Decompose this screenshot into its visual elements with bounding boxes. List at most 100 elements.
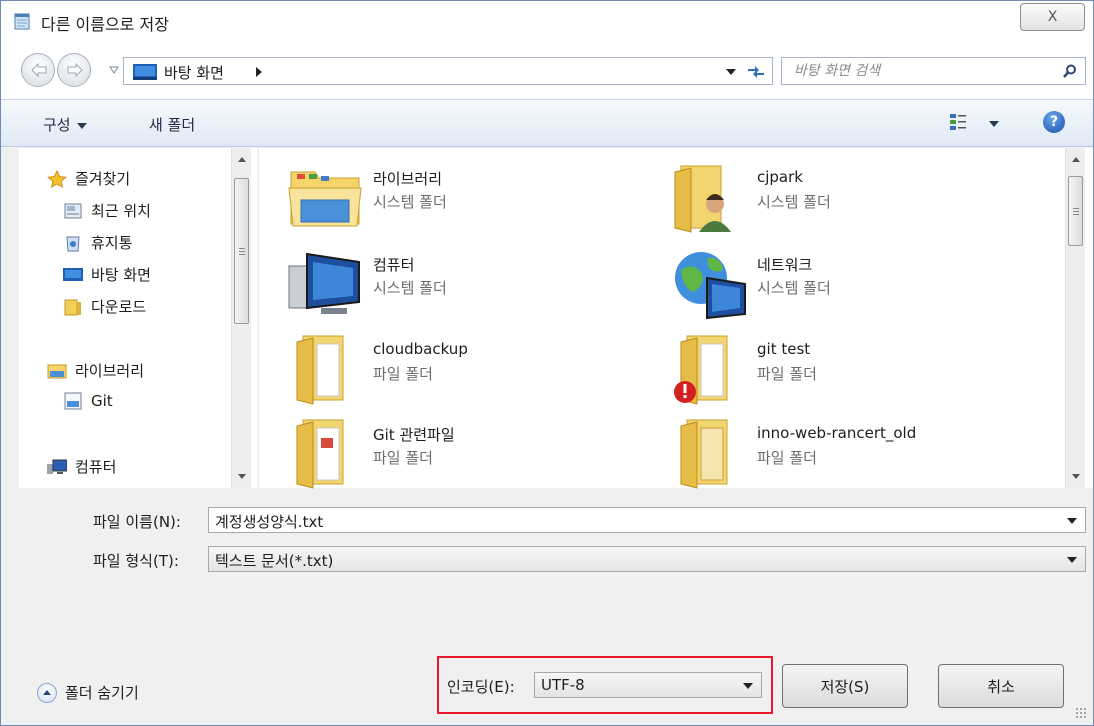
file-type: 파일 폴더 [757,365,817,383]
encoding-select[interactable]: UTF-8 [534,672,762,698]
view-options-icon[interactable] [949,113,967,131]
nav-item-downloads[interactable]: 다운로드 [63,296,146,317]
file-item-computer[interactable]: 컴퓨터 시스템 폴더 [287,244,667,320]
organize-label: 구성 [43,116,71,134]
search-icon[interactable] [1063,64,1077,78]
scroll-down-icon[interactable] [238,474,246,479]
nav-item-label: 바탕 화면 [91,266,151,284]
nav-item-label: 최근 위치 [91,202,151,220]
nav-scroll-thumb[interactable] [234,178,249,324]
chevron-down-icon [76,122,87,129]
file-name: git test [757,340,811,358]
search-input[interactable] [794,61,1044,81]
folder-icon [680,419,728,489]
address-dropdown-icon[interactable] [726,69,736,75]
nav-favorites[interactable]: 즐겨찾기 [47,168,130,189]
desktop-icon [133,64,157,80]
nav-item-desktop[interactable]: 바탕 화면 [63,264,151,285]
file-type: 시스템 폴더 [757,193,831,211]
git-library-icon [64,392,82,410]
encoding-value: UTF-8 [541,676,585,694]
downloads-folder-icon [64,299,81,315]
file-type: 파일 폴더 [757,449,817,467]
recent-locations-dropdown-icon[interactable] [109,65,119,75]
filename-label: 파일 이름(N): [93,513,181,531]
filetype-value: 텍스트 문서(*.txt) [215,552,334,570]
file-name: cloudbackup [373,340,468,358]
address-location[interactable]: 바탕 화면 [164,62,224,83]
help-button[interactable]: ? [1043,111,1065,133]
nav-computer[interactable]: 컴퓨터 [47,456,116,477]
nav-computer-label: 컴퓨터 [75,458,117,476]
breadcrumb-arrow-icon[interactable] [256,67,262,77]
chevron-down-icon[interactable] [743,683,753,689]
save-button[interactable]: 저장(S) [782,664,908,708]
file-item-inno-web-rancert-old[interactable]: inno-web-rancert_old 파일 폴더 [671,414,1051,490]
file-item-libraries[interactable]: 라이브러리 시스템 폴더 [287,158,667,234]
network-icon [675,252,746,320]
nav-libraries[interactable]: 라이브러리 [47,360,144,381]
nav-item-git[interactable]: Git [63,392,113,410]
scroll-up-icon[interactable] [238,157,246,162]
nav-scrollbar[interactable] [231,148,251,488]
address-bar[interactable]: 바탕 화면 [123,57,773,85]
filename-value[interactable]: 계정생성양식.txt [215,511,323,532]
close-button[interactable]: X [1020,3,1085,31]
notepad-icon [14,13,30,30]
file-item-git-test[interactable]: git test 파일 폴더 [671,330,1051,406]
new-folder-button[interactable]: 새 폴더 [149,114,195,135]
user-folder-icon [674,165,731,233]
file-item-cjpark[interactable]: cjpark 시스템 폴더 [671,158,1051,234]
chevron-down-icon[interactable] [1067,557,1077,563]
file-name: 라이브러리 [373,170,443,188]
forward-arrow-icon [67,63,83,77]
dialog-title: 다른 이름으로 저장 [41,15,169,34]
file-type: 시스템 폴더 [373,193,447,211]
file-list-scrollbar[interactable] [1065,148,1085,488]
file-list-pane: 라이브러리 시스템 폴더 cjpark 시스템 폴더 컴퓨터 시스템 폴더 네트… [259,148,1093,490]
file-name: 컴퓨터 [373,256,415,274]
desktop-icon [63,267,83,281]
title-bar: 다른 이름으로 저장 X [1,1,1093,39]
scroll-down-icon[interactable] [1072,474,1080,479]
nav-item-label: 다운로드 [91,298,147,316]
resize-grip[interactable] [1075,707,1087,719]
nav-item-recycle-bin[interactable]: 휴지통 [63,232,132,253]
file-name: Git 관련파일 [373,426,455,444]
chevron-down-icon[interactable] [1067,518,1077,524]
back-button[interactable] [21,53,55,87]
search-box[interactable] [781,57,1086,85]
command-toolbar: 구성 새 폴더 ? [1,99,1093,147]
view-dropdown-icon[interactable] [989,121,999,127]
computer-icon [288,252,360,314]
file-item-cloudbackup[interactable]: cloudbackup 파일 폴더 [287,330,667,406]
file-item-network[interactable]: 네트워크 시스템 폴더 [671,244,1051,320]
filetype-label: 파일 형식(T): [93,552,179,570]
file-type: 시스템 폴더 [373,279,447,297]
computer-icon [47,459,67,474]
folder-icon [296,335,344,405]
refresh-icon[interactable] [746,63,766,79]
nav-item-recent-places[interactable]: 최근 위치 [63,200,151,221]
nav-favorites-label: 즐겨찾기 [75,170,131,188]
organize-menu[interactable]: 구성 [43,114,87,135]
filetype-select[interactable]: 텍스트 문서(*.txt) [208,546,1086,572]
cancel-button[interactable]: 취소 [938,664,1064,708]
collapse-up-icon [37,682,57,703]
save-as-dialog: 다른 이름으로 저장 X 바탕 화면 바탕 화면 검색 구성 새 폴더 ? 즐겨… [0,0,1094,726]
forward-button[interactable] [57,53,91,87]
navigation-pane: 즐겨찾기 최근 위치 휴지통 바탕 화면 다운로드 라이브러리 Git 컴퓨터 [19,148,257,488]
address-row: 바탕 화면 [1,39,1093,99]
filename-combo[interactable]: 계정생성양식.txt [208,507,1086,533]
libraries-folder-icon [288,171,362,227]
file-item-git-files[interactable]: Git 관련파일 파일 폴더 [287,414,667,490]
star-icon [47,169,67,188]
file-scroll-thumb[interactable] [1068,176,1083,246]
nav-libraries-label: 라이브러리 [75,362,145,380]
recycle-bin-icon [66,236,80,251]
file-type: 파일 폴더 [373,365,433,383]
encoding-label: 인코딩(E): [447,678,515,696]
recent-places-icon [64,203,82,218]
scroll-up-icon[interactable] [1072,157,1080,162]
hide-folders-toggle[interactable]: 폴더 숨기기 [37,682,139,703]
